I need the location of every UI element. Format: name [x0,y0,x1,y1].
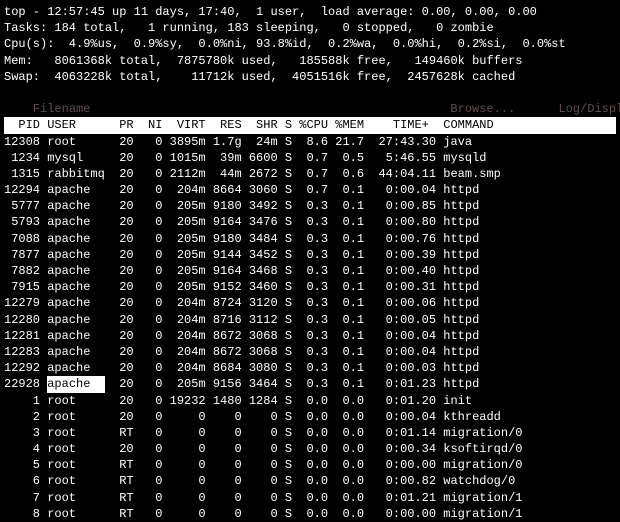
tasks-line: Tasks: 184 total, 1 running, 183 sleepin… [4,20,616,36]
cpu-line: Cpu(s): 4.9%us, 0.9%sy, 0.0%ni, 93.8%id,… [4,36,616,52]
process-row: 5793 apache 20 0 205m 9164 3476 S 0.3 0.… [4,214,616,230]
swap-line: Swap: 4063228k total, 11712k used, 40515… [4,69,616,85]
highlighted-user: apache [47,376,105,392]
ghost-filename: Filename [18,102,90,116]
process-row: 12292 apache 20 0 204m 8684 3080 S 0.3 0… [4,360,616,376]
process-row: 1234 mysql 20 0 1015m 39m 6600 S 0.7 0.5… [4,150,616,166]
process-row: 7882 apache 20 0 205m 9164 3468 S 0.3 0.… [4,263,616,279]
process-row: 3 root RT 0 0 0 0 S 0.0 0.0 0:01.14 migr… [4,425,616,441]
process-row: 1315 rabbitmq 20 0 2112m 44m 2672 S 0.7 … [4,166,616,182]
process-row: 2 root 20 0 0 0 0 S 0.0 0.0 0:00.04 kthr… [4,409,616,425]
process-row: 5 root RT 0 0 0 0 S 0.0 0.0 0:00.00 migr… [4,457,616,473]
ghost-toolbar: FilenameBrowse... Log/Display [4,85,616,117]
process-row: 7088 apache 20 0 205m 9180 3484 S 0.3 0.… [4,231,616,247]
process-row: 4 root 20 0 0 0 0 S 0.0 0.0 0:00.34 ksof… [4,441,616,457]
process-row: 7877 apache 20 0 205m 9144 3452 S 0.3 0.… [4,247,616,263]
process-list: 12308 root 20 0 3895m 1.7g 24m S 8.6 21.… [4,134,616,522]
process-row: 12294 apache 20 0 204m 8664 3060 S 0.7 0… [4,182,616,198]
process-row: 12308 root 20 0 3895m 1.7g 24m S 8.6 21.… [4,134,616,150]
process-row: 5777 apache 20 0 205m 9180 3492 S 0.3 0.… [4,198,616,214]
process-row: 12283 apache 20 0 204m 8672 3068 S 0.3 0… [4,344,616,360]
process-table-header: PID USER PR NI VIRT RES SHR S %CPU %MEM … [4,117,616,133]
process-row: 1 root 20 0 19232 1480 1284 S 0.0 0.0 0:… [4,393,616,409]
process-row: 7915 apache 20 0 205m 9152 3460 S 0.3 0.… [4,279,616,295]
ghost-browse: Browse... [450,102,515,116]
mem-line: Mem: 8061368k total, 7875780k used, 1855… [4,53,616,69]
process-row: 6 root RT 0 0 0 0 S 0.0 0.0 0:00.82 watc… [4,473,616,489]
process-row: 7 root RT 0 0 0 0 S 0.0 0.0 0:01.21 migr… [4,490,616,506]
top-uptime-line: top - 12:57:45 up 11 days, 17:40, 1 user… [4,4,616,20]
process-row: 8 root RT 0 0 0 0 S 0.0 0.0 0:00.00 migr… [4,506,616,522]
process-row: 12281 apache 20 0 204m 8672 3068 S 0.3 0… [4,328,616,344]
process-row: 22928 apache 20 0 205m 9156 3464 S 0.3 0… [4,376,616,392]
process-row: 12279 apache 20 0 204m 8724 3120 S 0.3 0… [4,295,616,311]
ghost-log: Log/Display [558,102,620,116]
process-row: 12280 apache 20 0 204m 8716 3112 S 0.3 0… [4,312,616,328]
